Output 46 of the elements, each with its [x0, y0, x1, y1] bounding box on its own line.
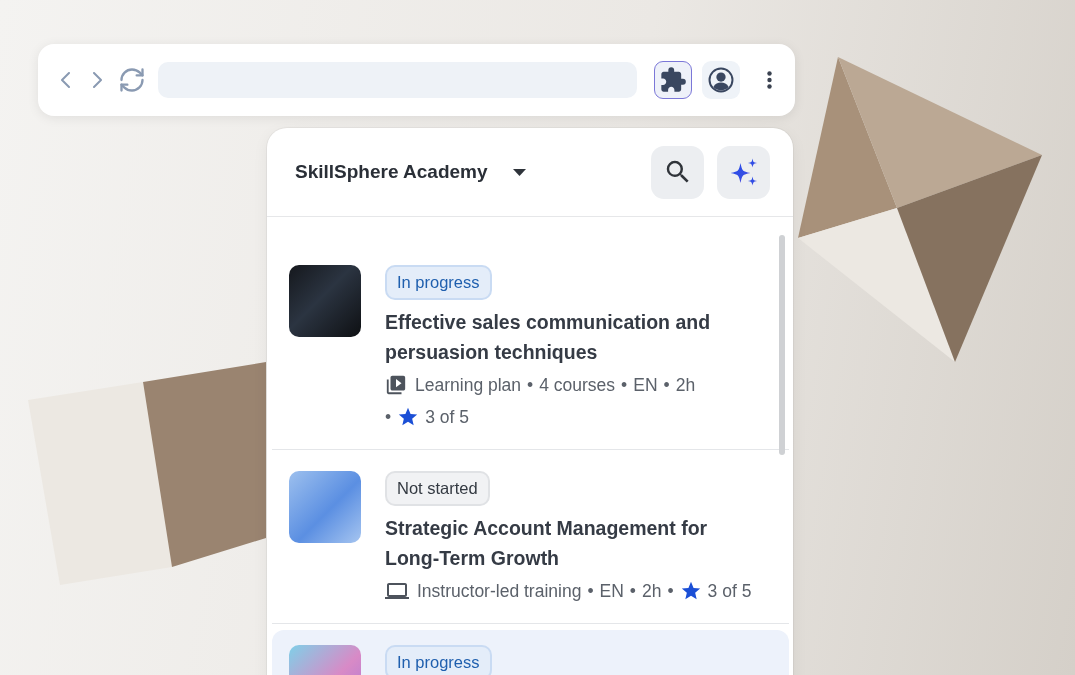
- reload-icon: [118, 66, 146, 94]
- extensions-button[interactable]: [654, 61, 692, 99]
- caret-icon: [512, 168, 526, 176]
- separator-dot: •: [587, 580, 594, 603]
- academy-title: SkillSphere Academy: [295, 161, 488, 183]
- meta-text: 4 courses: [539, 374, 616, 397]
- separator-dot: •: [663, 374, 670, 397]
- assistant-button[interactable]: [717, 145, 770, 199]
- course-card[interactable]: In progress: [272, 630, 789, 675]
- separator-dot: •: [385, 406, 392, 429]
- star-icon: [397, 406, 420, 428]
- rating-text: 3 of 5: [425, 406, 469, 429]
- reload-button[interactable]: [118, 66, 146, 94]
- star-icon: [679, 580, 702, 602]
- separator-dot: •: [667, 580, 674, 603]
- meta-text: Instructor-led training: [417, 580, 582, 603]
- meta-text: Learning plan: [415, 374, 522, 397]
- puzzle-piece-icon: [659, 66, 687, 94]
- back-button[interactable]: [61, 72, 70, 88]
- photo-placeholder: [289, 471, 361, 543]
- account-icon: [708, 67, 734, 93]
- course-card[interactable]: In progress Effective sales communication and persuasion techniques Learning plan • 4 courses • EN • 2h • 3 of 5: [272, 247, 789, 449]
- rating-text: 3 of 5: [707, 580, 752, 603]
- scrollbar-thumb[interactable]: [779, 235, 785, 455]
- video-library-icon: [385, 374, 407, 396]
- meta-text: EN: [599, 580, 624, 603]
- meta-text: 2h: [675, 374, 696, 397]
- forward-button[interactable]: [93, 72, 102, 88]
- separator-dot: •: [527, 374, 534, 397]
- photo-placeholder: [289, 265, 361, 337]
- course-card[interactable]: Not started Strategic Account Management for Long-Term Growth Instructor-led training • EN • 2h • 3 of 5: [272, 456, 789, 623]
- chevron-right-icon: [93, 72, 102, 88]
- dropdown-button[interactable]: [512, 168, 526, 176]
- course-title: Strategic Account Management for Long-Term Growth: [385, 516, 709, 571]
- status-badge: In progress: [385, 265, 492, 300]
- meta-text: 2h: [642, 580, 662, 603]
- chevron-left-icon: [61, 72, 70, 88]
- profile-button[interactable]: [702, 61, 740, 99]
- more-vertical-icon: [766, 71, 772, 89]
- meta-text: EN: [633, 374, 658, 397]
- separator-dot: •: [621, 374, 628, 397]
- status-badge: Not started: [385, 471, 490, 506]
- status-badge: In progress: [385, 645, 492, 675]
- separator-dot: •: [629, 580, 636, 603]
- course-title: Effective sales communication and persuasion techniques: [385, 310, 712, 365]
- search-button[interactable]: [651, 145, 704, 199]
